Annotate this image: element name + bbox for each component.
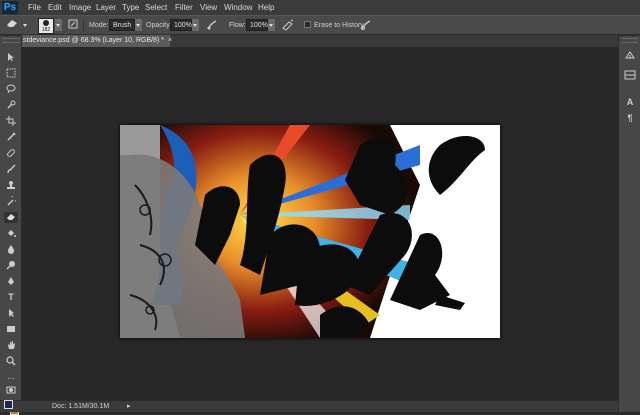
document-tab[interactable]: stdeviance.psd @ 68.3% (Layer 10, RGB/8)… [22,35,170,47]
eraser-icon[interactable] [4,18,20,32]
menu-type[interactable]: Type [122,0,139,15]
menu-filter[interactable]: Filter [175,0,193,15]
flow-dropdown[interactable] [268,19,275,31]
foreground-color-swatch[interactable] [4,400,13,409]
history-panel-icon[interactable] [622,50,638,62]
quick-mask-icon[interactable] [4,386,18,397]
tab-close-icon[interactable]: × [168,35,172,47]
photoshop-logo: Ps [2,1,18,14]
more-tools-icon[interactable]: ⋯ [4,374,18,385]
menu-image[interactable]: Image [69,0,91,15]
menu-window[interactable]: Window [224,0,252,15]
brush-panel-toggle-icon[interactable] [67,19,79,31]
adjustments-panel-icon[interactable] [622,70,638,82]
move-tool-icon[interactable] [4,52,18,63]
brush-tip-icon [43,20,49,26]
flow-label: Flow: [229,22,246,29]
document-tab-bar: stdeviance.psd @ 68.3% (Layer 10, RGB/8)… [22,35,618,47]
eyedropper-tool-icon[interactable] [4,132,18,143]
toolbar-grip[interactable] [2,38,20,43]
canvas-workspace[interactable] [22,47,618,400]
crop-tool-icon[interactable] [4,116,18,127]
marquee-tool-icon[interactable] [4,68,18,79]
airbrush-icon[interactable] [281,19,295,31]
lasso-tool-icon[interactable] [4,84,18,95]
opacity-label: Opacity: [146,22,172,29]
menu-view[interactable]: View [200,0,217,15]
paragraph-panel-icon[interactable]: ¶ [622,112,638,124]
menu-bar: Ps File Edit Image Layer Type Select Fil… [0,0,640,15]
tools-panel: T ⋯ [0,36,22,415]
mode-dropdown[interactable] [135,19,142,31]
brush-preset-picker[interactable]: 182 [38,18,54,34]
brush-tool-icon[interactable] [4,164,18,175]
healing-brush-tool-icon[interactable] [4,148,18,159]
quick-select-tool-icon[interactable] [4,100,18,111]
flow-input[interactable]: 100% [246,19,268,31]
character-panel-icon[interactable]: A [622,96,638,108]
erase-to-history-checkbox[interactable] [304,21,311,28]
hand-tool-icon[interactable] [4,340,18,351]
brush-preset-dropdown[interactable] [55,19,62,31]
status-menu-arrow[interactable]: ▸ [127,401,131,412]
clone-stamp-tool-icon[interactable] [4,180,18,191]
path-select-tool-icon[interactable] [4,308,18,319]
status-bar: Doc: 1.51M/30.1M ▸ [0,400,618,412]
panel-dock-grip[interactable] [622,38,638,43]
document-tab-title: stdeviance.psd @ 68.3% (Layer 10, RGB/8)… [23,37,164,44]
erase-to-history-label: Erase to History [314,22,364,29]
rectangle-tool-icon[interactable] [4,324,18,335]
opacity-input[interactable]: 100% [170,19,192,31]
menu-file[interactable]: File [28,0,41,15]
tool-preset-dropdown[interactable] [22,19,29,31]
mode-label: Mode: [89,22,109,29]
pressure-opacity-icon[interactable] [206,19,218,31]
artwork-image [120,125,500,338]
panel-dock: A ¶ [618,36,640,412]
options-bar: 182 Mode: Brush Opacity: 100% Flow: 100%… [0,15,640,35]
eraser-tool-icon[interactable] [4,212,18,223]
menu-layer[interactable]: Layer [96,0,116,15]
menu-edit[interactable]: Edit [48,0,62,15]
separator [83,19,84,32]
pressure-size-icon[interactable] [360,19,372,31]
pen-tool-icon[interactable] [4,276,18,287]
mode-select[interactable]: Brush [109,19,135,31]
menu-help[interactable]: Help [258,0,274,15]
opacity-dropdown[interactable] [192,19,199,31]
document-canvas-image[interactable] [120,125,500,338]
blur-tool-icon[interactable] [4,244,18,255]
dodge-tool-icon[interactable] [4,260,18,271]
menu-select[interactable]: Select [145,0,167,15]
brush-size-value: 182 [41,27,51,33]
paint-bucket-tool-icon[interactable] [4,228,18,239]
history-brush-tool-icon[interactable] [4,194,19,207]
document-size-status: Doc: 1.51M/30.1M [52,403,110,410]
type-tool-icon[interactable]: T [4,292,18,303]
zoom-tool-icon[interactable] [4,356,18,367]
